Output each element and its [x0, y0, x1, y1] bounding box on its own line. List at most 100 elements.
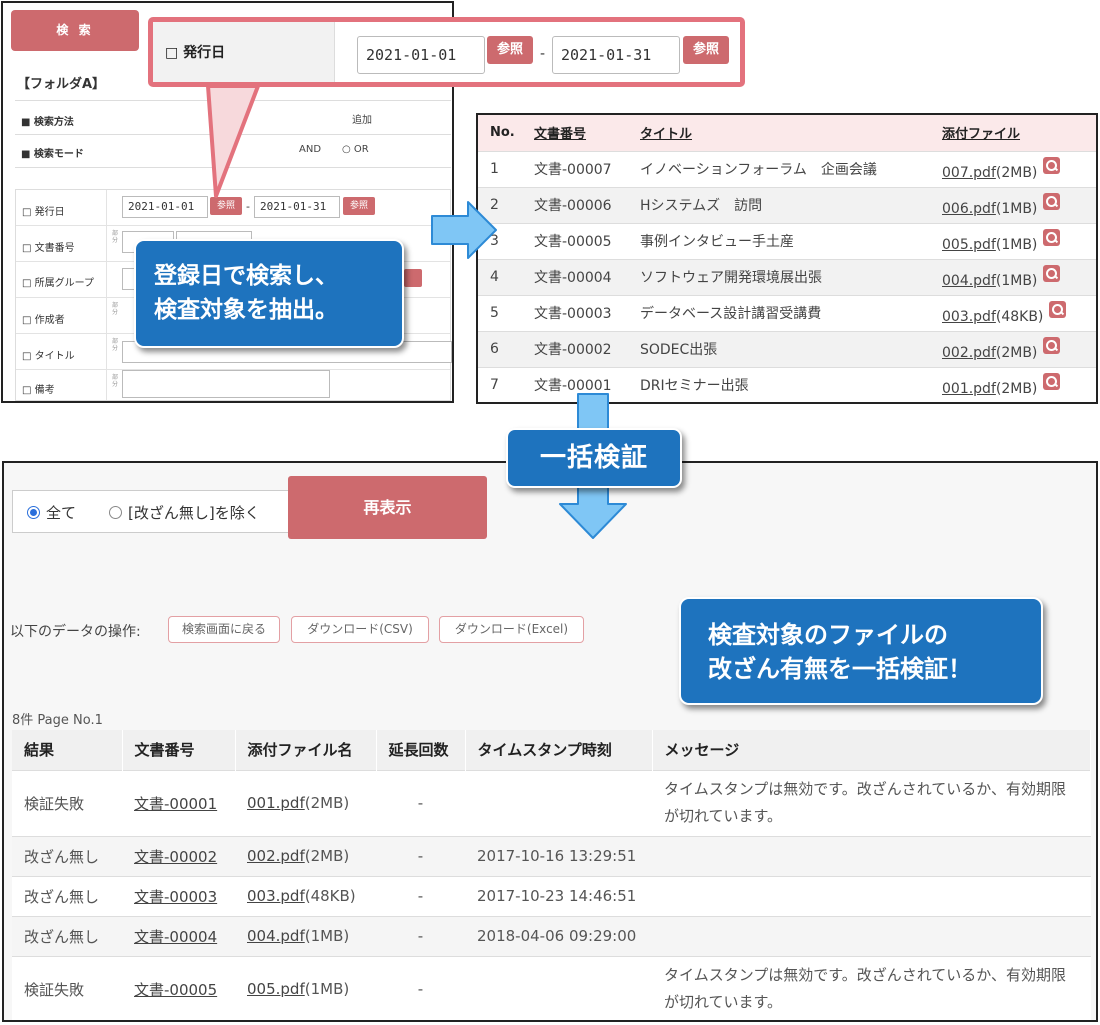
row-message: タイムスタンプは無効です。改ざんされているか、有効期限が切れています。 [652, 769, 1091, 836]
row-result: 検証失敗 [12, 769, 122, 836]
list-row[interactable]: 2 文書-00006 Hシステムズ 訪問 006.pdf(1MB) [478, 186, 1096, 223]
row-extension-count: - [376, 915, 465, 956]
file-link[interactable]: 001.pdf [942, 381, 996, 397]
preview-zoom-icon[interactable] [1049, 301, 1067, 318]
preview-zoom-icon[interactable] [1043, 193, 1061, 210]
redisplay-button[interactable]: 再表示 [288, 476, 487, 539]
file-size: (2MB) [304, 794, 350, 812]
row-docno: 文書-00004 [534, 258, 640, 295]
file-link[interactable]: 001.pdf [247, 794, 305, 812]
download-excel-button[interactable]: ダウンロード(Excel) [439, 616, 584, 643]
row-docno-link[interactable]: 文書-00002 [134, 848, 217, 866]
list-row[interactable]: 5 文書-00003 データベース設計講習受講費 003.pdf(48KB) [478, 294, 1096, 331]
row-result: 改ざん無し [12, 835, 122, 876]
preview-zoom-icon[interactable] [1043, 337, 1061, 354]
zoom-date-to-input[interactable]: 2021-01-31 [552, 36, 680, 74]
file-size: (2MB) [995, 381, 1038, 398]
radio-selected-icon [27, 506, 40, 519]
row-docno: 文書-00007 [534, 150, 640, 187]
zoom-date-from-input[interactable]: 2021-01-01 [357, 36, 485, 74]
document-list-panel: No. 文書番号 タイトル 添付ファイル 1 文書-00007 イノベーションフ… [476, 113, 1098, 404]
col-title[interactable]: タイトル [640, 115, 942, 151]
row-docno-cell: 文書-00001 [122, 769, 235, 836]
row-file-cell: 004.pdf(1MB) [235, 915, 376, 956]
col-docno[interactable]: 文書番号 [534, 115, 640, 151]
row-file-cell: 001.pdf(2MB) [235, 769, 376, 836]
list-row[interactable]: 6 文書-00002 SODEC出張 002.pdf(2MB) [478, 330, 1096, 367]
file-link[interactable]: 003.pdf [942, 309, 996, 325]
zoom-date-label: □ 発行日 [165, 45, 226, 61]
list-row[interactable]: 3 文書-00005 事例インタビュー手土産 005.pdf(1MB) [478, 222, 1096, 259]
list-row[interactable]: 4 文書-00004 ソフトウェア開発環境展出張 004.pdf(1MB) [478, 258, 1096, 295]
preview-zoom-icon[interactable] [1043, 229, 1061, 246]
file-size: (1MB) [995, 273, 1038, 289]
radio-unselected-icon [109, 506, 122, 519]
row-timestamp [465, 769, 652, 836]
row-timestamp: 2017-10-16 13:29:51 [465, 835, 652, 876]
file-link[interactable]: 005.pdf [942, 237, 996, 253]
row-docno-link[interactable]: 文書-00001 [134, 795, 217, 813]
preview-zoom-icon[interactable] [1043, 373, 1061, 391]
table-row: 改ざん無し 文書-00002 002.pdf(2MB) - 2017-10-16… [12, 835, 1091, 876]
zoom-date-dash: - [540, 46, 546, 62]
document-list-table: No. 文書番号 タイトル 添付ファイル 1 文書-00007 イノベーションフ… [478, 115, 1096, 402]
row-docno-link[interactable]: 文書-00003 [134, 888, 217, 906]
zoom-connector-shape [206, 84, 260, 198]
file-size: (2MB) [995, 165, 1038, 181]
file-link[interactable]: 005.pdf [247, 980, 305, 998]
row-title: Hシステムズ 訪問 [640, 186, 942, 223]
row-message: タイムスタンプは無効です。改ざんされているか、有効期限が切れています。 [652, 955, 1091, 1020]
table-row: 改ざん無し 文書-00003 003.pdf(48KB) - 2017-10-2… [12, 875, 1091, 916]
file-link[interactable]: 002.pdf [942, 345, 996, 361]
file-link[interactable]: 006.pdf [942, 201, 996, 217]
page-info: 8件 Page No.1 [12, 713, 103, 728]
row-docno-cell: 文書-00003 [122, 875, 235, 916]
row-docno-link[interactable]: 文書-00004 [134, 928, 217, 946]
row-no: 4 [478, 258, 534, 295]
preview-zoom-icon[interactable] [1043, 157, 1061, 174]
row-title: ソフトウェア開発環境展出張 [640, 258, 942, 295]
back-to-search-button[interactable]: 検索画面に戻る [168, 616, 280, 643]
row-attachment: 004.pdf(1MB) [942, 258, 1096, 295]
file-size: (1MB) [304, 927, 350, 945]
preview-zoom-icon[interactable] [1043, 265, 1061, 282]
list-row[interactable]: 1 文書-00007 イノベーションフォーラム 企画会議 007.pdf(2MB… [478, 150, 1096, 187]
zoom-date-to-ref-button[interactable]: 参照 [683, 36, 729, 64]
file-link[interactable]: 003.pdf [247, 887, 305, 905]
search-callout-line2: 検査対象を抽出。 [154, 297, 338, 323]
file-link[interactable]: 002.pdf [247, 847, 305, 865]
result-header-row: 結果 文書番号 添付ファイル名 延長回数 タイムスタンプ時刻 メッセージ [12, 730, 1091, 770]
file-size: (48KB) [304, 887, 356, 905]
zoom-date-from-ref-button[interactable]: 参照 [487, 36, 533, 64]
row-extension-count: - [376, 875, 465, 916]
row-message [652, 835, 1091, 876]
col-attachment[interactable]: 添付ファイル [942, 115, 1096, 151]
row-title: データベース設計講習受講費 [640, 294, 942, 331]
row-extension-count: - [376, 835, 465, 876]
download-csv-button[interactable]: ダウンロード(CSV) [291, 616, 429, 643]
file-size: (2MB) [304, 847, 350, 865]
row-attachment: 006.pdf(1MB) [942, 186, 1096, 223]
file-link[interactable]: 007.pdf [942, 165, 996, 181]
row-attachment: 007.pdf(2MB) [942, 150, 1096, 187]
row-result: 改ざん無し [12, 875, 122, 916]
row-docno-cell: 文書-00002 [122, 835, 235, 876]
file-link[interactable]: 004.pdf [942, 273, 996, 289]
row-timestamp [465, 955, 652, 1020]
row-docno: 文書-00003 [534, 294, 640, 331]
radio-all[interactable]: 全て [27, 502, 76, 523]
row-docno-link[interactable]: 文書-00005 [134, 981, 217, 999]
row-no: 5 [478, 294, 534, 331]
row-result: 改ざん無し [12, 915, 122, 956]
row-attachment: 005.pdf(1MB) [942, 222, 1096, 259]
col-extension-count: 延長回数 [376, 730, 466, 770]
row-title: DRIセミナー出張 [640, 366, 942, 402]
col-timestamp: タイムスタンプ時刻 [465, 730, 653, 770]
row-file-cell: 002.pdf(2MB) [235, 835, 376, 876]
row-docno-cell: 文書-00004 [122, 915, 235, 956]
table-row: 検証失敗 文書-00001 001.pdf(2MB) - タイムスタンプは無効で… [12, 769, 1091, 836]
radio-exclude-untampered[interactable]: [改ざん無し]を除く [109, 502, 260, 523]
row-docno: 文書-00006 [534, 186, 640, 223]
file-link[interactable]: 004.pdf [247, 927, 305, 945]
verification-result-table: 結果 文書番号 添付ファイル名 延長回数 タイムスタンプ時刻 メッセージ 検証失… [12, 730, 1091, 1020]
